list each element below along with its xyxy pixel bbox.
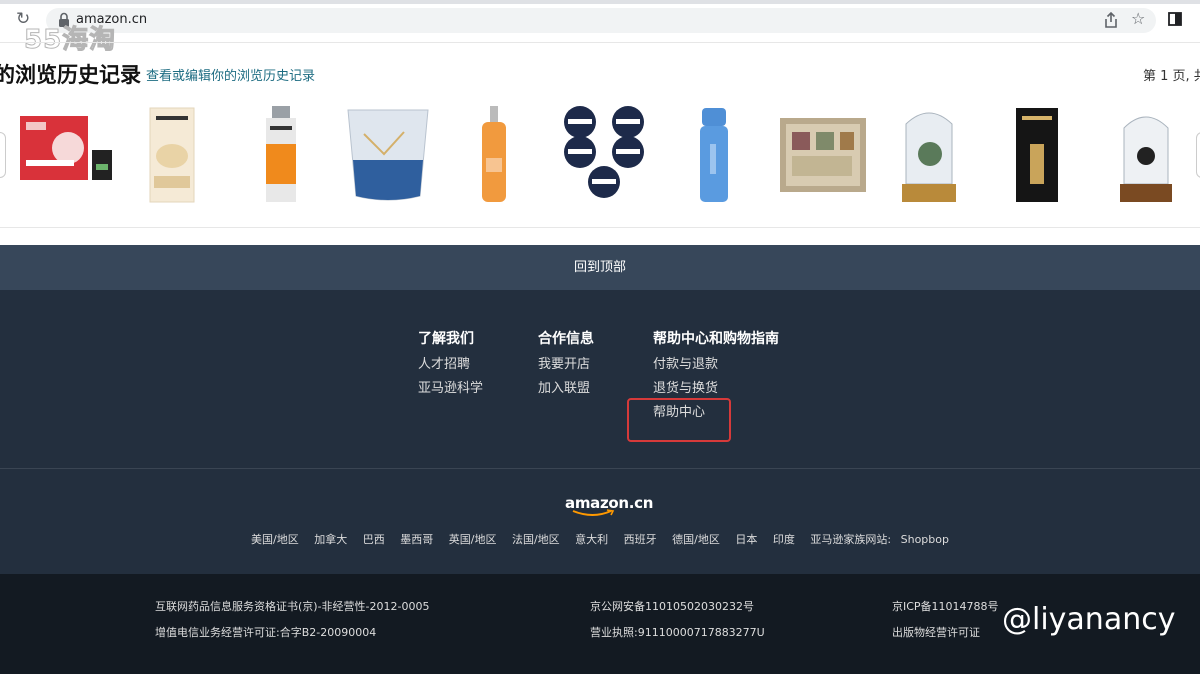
loreal-men-serum-product[interactable] <box>262 104 300 206</box>
footer-heading-partners: 合作信息 <box>538 331 594 347</box>
legal-license[interactable]: 京ICP备11014788号 <box>892 599 999 615</box>
region-link[interactable]: 加拿大 <box>314 533 347 546</box>
legal-license[interactable]: 京公网安备11010502030232号 <box>590 599 754 615</box>
history-title: 的浏览历史记录 <box>0 63 141 87</box>
region-links: 美国/地区 加拿大 巴西 墨西哥 英国/地区 法国/地区 意大利 西班牙 德国/… <box>0 531 1200 549</box>
bookmark-star-icon[interactable]: ☆ <box>1131 9 1145 29</box>
divider <box>0 42 1200 43</box>
region-link[interactable]: 意大利 <box>575 533 608 546</box>
region-link[interactable]: 德国/地区 <box>672 533 720 546</box>
watermark-logo: 55海淘 <box>23 25 117 56</box>
footer-heading-about: 了解我们 <box>418 331 474 347</box>
edit-history-link[interactable]: 查看或编辑你的浏览历史记录 <box>146 68 315 86</box>
legal-license[interactable]: 营业执照:91110000717883277U <box>590 625 765 641</box>
back-to-top-button[interactable]: 回到顶部 <box>0 245 1200 290</box>
footer-link-careers[interactable]: 人才招聘 <box>418 356 470 374</box>
region-link[interactable]: 美国/地区 <box>251 533 299 546</box>
loreal-cream-product[interactable] <box>146 104 198 206</box>
blue-thermos-product[interactable] <box>696 104 732 206</box>
page-indicator: 第 1 页, 共 <box>1143 69 1200 84</box>
browser-toolbar: ↻ amazon.cn ☆ <box>0 0 1200 40</box>
tab-strip <box>0 0 1200 4</box>
highlight-box <box>627 398 731 442</box>
region-link[interactable]: 西班牙 <box>624 533 657 546</box>
kiki-figure-product[interactable] <box>1118 104 1174 206</box>
nivea-men-cream-product[interactable] <box>558 104 652 206</box>
region-link[interactable]: 日本 <box>735 533 757 546</box>
footer-link-affiliate[interactable]: 加入联盟 <box>538 380 590 398</box>
family-sites-label: 亚马逊家族网站: <box>810 533 892 546</box>
legal-license[interactable]: 互联网药品信息服务资格证书(京)-非经营性-2012-0005 <box>155 599 429 615</box>
totoro-music-box-product[interactable] <box>900 104 958 206</box>
loreal-black-serum-product[interactable] <box>1012 104 1062 206</box>
footer-link-amazon-science[interactable]: 亚马逊科学 <box>418 380 483 398</box>
region-link[interactable]: 法国/地区 <box>512 533 560 546</box>
share-icon[interactable] <box>1103 11 1119 29</box>
watermark-author: @liyanancy <box>1002 602 1176 637</box>
footer-heading-help: 帮助中心和购物指南 <box>653 331 779 347</box>
carousel-next-button[interactable] <box>1196 132 1200 178</box>
body-wash-product[interactable] <box>476 104 512 206</box>
divider <box>0 227 1200 228</box>
address-bar[interactable] <box>46 8 1156 33</box>
smile-icon <box>572 509 615 516</box>
region-link[interactable]: 英国/地区 <box>449 533 497 546</box>
divider <box>0 468 1200 469</box>
footer-link-open-store[interactable]: 我要开店 <box>538 356 590 374</box>
footer-link-returns-exchange[interactable]: 退货与换货 <box>653 380 718 398</box>
amazon-logo[interactable]: amazon.cn <box>565 494 653 518</box>
side-panel-icon[interactable] <box>1168 12 1182 26</box>
carousel-prev-button[interactable] <box>0 132 6 178</box>
legal-license[interactable]: 出版物经营许可证 <box>892 625 980 641</box>
region-link[interactable]: 墨西哥 <box>400 533 433 546</box>
legal-license[interactable]: 增值电信业务经营许可证:合字B2-20090004 <box>155 625 376 641</box>
region-link[interactable]: 印度 <box>773 533 795 546</box>
region-link[interactable]: 巴西 <box>363 533 385 546</box>
soap-gift-box-product[interactable] <box>778 104 868 206</box>
glass-cup-product[interactable] <box>344 104 432 206</box>
face-mask-product[interactable] <box>18 104 113 206</box>
footer-link-payment-refund[interactable]: 付款与退款 <box>653 356 718 374</box>
shopbop-link[interactable]: Shopbop <box>901 533 949 546</box>
